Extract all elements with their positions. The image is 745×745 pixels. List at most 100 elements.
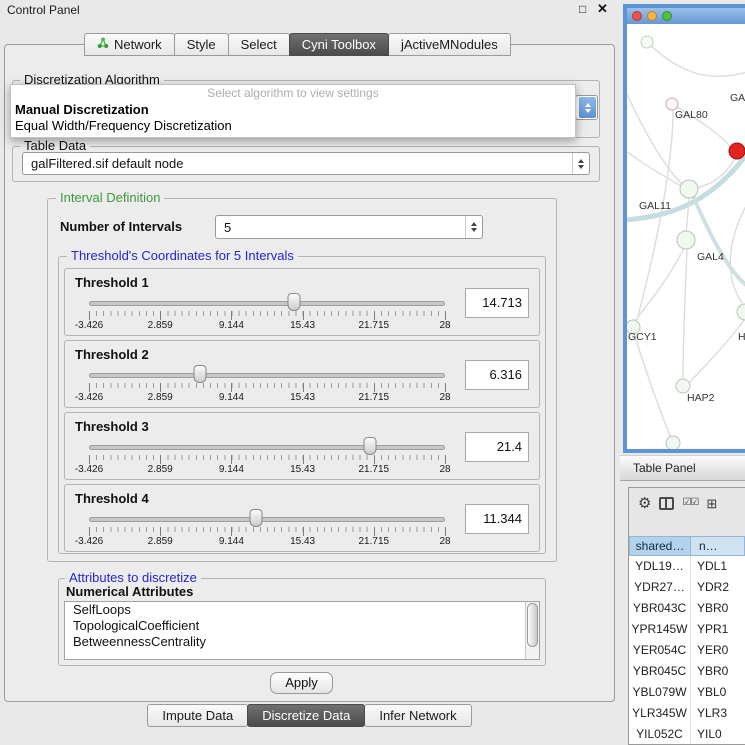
network-canvas[interactable]: GAL80GAGAL11GAL4GCY1HAP2H <box>627 24 745 449</box>
attribute-item-topologicalcoefficient[interactable]: TopologicalCoefficient <box>65 618 539 634</box>
tab-label: Style <box>187 37 216 52</box>
slider-scale-label: 28 <box>439 320 450 331</box>
slider-scale-label: 9.144 <box>219 392 244 403</box>
threshold-slider-thumb[interactable] <box>250 509 263 527</box>
tab-label: Cyni Toolbox <box>302 37 376 52</box>
cell-shared-name: YER054C <box>629 640 691 661</box>
table-row[interactable]: YBR043CYBR0 <box>629 598 745 619</box>
attribute-item-selfloops[interactable]: SelfLoops <box>65 602 539 618</box>
tab-select[interactable]: Select <box>228 33 290 56</box>
threshold-value-field[interactable]: 14.713 <box>465 288 529 318</box>
network-view-window: GAL80GAGAL11GAL4GCY1HAP2H <box>623 4 745 453</box>
bottom-tab-impute-data[interactable]: Impute Data <box>147 704 248 727</box>
attribute-items: SelfLoopsTopologicalCoefficientBetweenne… <box>65 602 539 650</box>
slider-scale: -3.4262.8599.14415.4321.71528 <box>89 320 445 332</box>
slider-scale-label: 15.43 <box>290 536 315 547</box>
cell-shared-name: YLR345W <box>629 703 691 724</box>
threshold-slider-track[interactable] <box>89 517 445 522</box>
table-data-combo-value: galFiltered.sif default node <box>23 153 572 174</box>
threshold-value-field[interactable]: 11.344 <box>465 504 529 534</box>
scrollbar-thumb[interactable] <box>527 603 538 647</box>
attributes-group-label: Attributes to discretize <box>65 571 201 585</box>
table-panel-window: ⚙ ☑☑ ⊞ shared… n… YDL19…YDL1YDR27…YDR2YB… <box>628 487 745 745</box>
cell-name: YBR0 <box>691 598 745 619</box>
minimize-button[interactable] <box>647 11 657 21</box>
column-header-shared-name[interactable]: shared… <box>629 536 691 556</box>
network-node-ga[interactable] <box>729 143 745 159</box>
network-node-gal11[interactable] <box>680 180 698 198</box>
gear-icon[interactable]: ⚙ <box>638 496 651 511</box>
number-of-intervals-spinner[interactable]: 5 <box>215 215 483 239</box>
float-window-icon[interactable]: □ <box>579 2 586 16</box>
algorithm-combo[interactable] <box>575 95 598 120</box>
table-row[interactable]: YBL079WYBL0 <box>629 682 745 703</box>
bottom-tab-discretize-data[interactable]: Discretize Data <box>247 704 365 727</box>
table-row[interactable]: YER054CYER0 <box>629 640 745 661</box>
column-header-name[interactable]: n… <box>691 536 745 556</box>
node-label: H <box>738 331 745 343</box>
threshold-value-field[interactable]: 21.4 <box>465 432 529 462</box>
attribute-item-betweennesscentrality[interactable]: BetweennessCentrality <box>65 634 539 650</box>
thresholds-group-label: Threshold's Coordinates for 5 Intervals <box>67 249 298 263</box>
tab-jactivemnodules[interactable]: jActiveMNodules <box>388 33 511 56</box>
threshold-slider-track[interactable] <box>89 445 445 450</box>
table-row[interactable]: YDR27…YDR2 <box>629 577 745 598</box>
network-icon <box>97 37 109 52</box>
algorithm-option-manual-discretization[interactable]: Manual Discretization <box>11 102 575 118</box>
slider-scale-label: 28 <box>439 464 450 475</box>
algorithm-option-equal-width-frequency-discretization[interactable]: Equal Width/Frequency Discretization <box>11 118 575 134</box>
node-label: GA <box>730 92 745 104</box>
threshold-slider-track[interactable] <box>89 373 445 378</box>
network-node[interactable] <box>666 436 680 449</box>
threshold-label: Threshold 2 <box>75 347 149 362</box>
cell-name: YIL0 <box>691 724 745 744</box>
chevron-up-icon <box>471 222 477 226</box>
tab-network[interactable]: Network <box>84 33 175 56</box>
node-label: GCY1 <box>628 331 657 343</box>
table-panel-title: Table Panel <box>633 456 745 480</box>
table-row[interactable]: YBR045CYBR0 <box>629 661 745 682</box>
slider-scale-label: 9.144 <box>219 320 244 331</box>
table-row[interactable]: YDL19…YDL1 <box>629 556 745 577</box>
threshold-value-field[interactable]: 6.316 <box>465 360 529 390</box>
table-data-combo[interactable]: galFiltered.sif default node <box>22 152 590 175</box>
threshold-slider-track[interactable] <box>89 301 445 306</box>
threshold-panel-1: Threshold 1-3.4262.8599.14415.4321.71528… <box>64 268 540 336</box>
cell-name: YDL1 <box>691 556 745 577</box>
tab-style[interactable]: Style <box>174 33 229 56</box>
table-row[interactable]: YPR145WYPR1 <box>629 619 745 640</box>
slider-scale-label: 21.715 <box>359 536 390 547</box>
node-label: GAL4 <box>697 251 724 263</box>
bottom-tab-infer-network[interactable]: Infer Network <box>364 704 471 727</box>
slider-scale-label: 21.715 <box>359 320 390 331</box>
close-window-icon[interactable]: ✕ <box>597 1 608 17</box>
node-label: GAL80 <box>675 109 708 121</box>
table-row[interactable]: YLR345WYLR3 <box>629 703 745 724</box>
list-scrollbar[interactable] <box>525 602 539 659</box>
numerical-attributes-label: Numerical Attributes <box>66 584 193 599</box>
number-of-intervals-value: 5 <box>216 216 465 238</box>
network-node-h[interactable] <box>737 304 745 320</box>
select-columns-icon[interactable]: ☑☑ <box>682 498 698 508</box>
network-node-gal4[interactable] <box>677 231 695 249</box>
threshold-label: Threshold 1 <box>75 275 149 290</box>
network-node[interactable] <box>641 36 653 48</box>
network-node-hap2[interactable] <box>676 379 690 393</box>
combo-stepper[interactable] <box>579 97 596 118</box>
table-row[interactable]: YIL052CYIL0 <box>629 724 745 744</box>
threshold-slider-thumb[interactable] <box>193 365 206 383</box>
cell-name: YLR3 <box>691 703 745 724</box>
combo-stepper[interactable] <box>572 153 589 174</box>
zoom-button[interactable] <box>662 11 672 21</box>
threshold-slider-thumb[interactable] <box>288 293 301 311</box>
tab-cyni-toolbox[interactable]: Cyni Toolbox <box>289 33 389 56</box>
slider-scale-label: 2.859 <box>148 320 173 331</box>
close-button[interactable] <box>632 11 642 21</box>
apply-button[interactable]: Apply <box>270 672 333 694</box>
columns-icon[interactable] <box>659 497 674 510</box>
threshold-slider-thumb[interactable] <box>363 437 376 455</box>
slider-scale-label: -3.426 <box>75 320 103 331</box>
spinner-stepper[interactable] <box>465 216 482 238</box>
threshold-label: Threshold 3 <box>75 419 149 434</box>
grid-icon[interactable]: ⊞ <box>706 497 717 510</box>
